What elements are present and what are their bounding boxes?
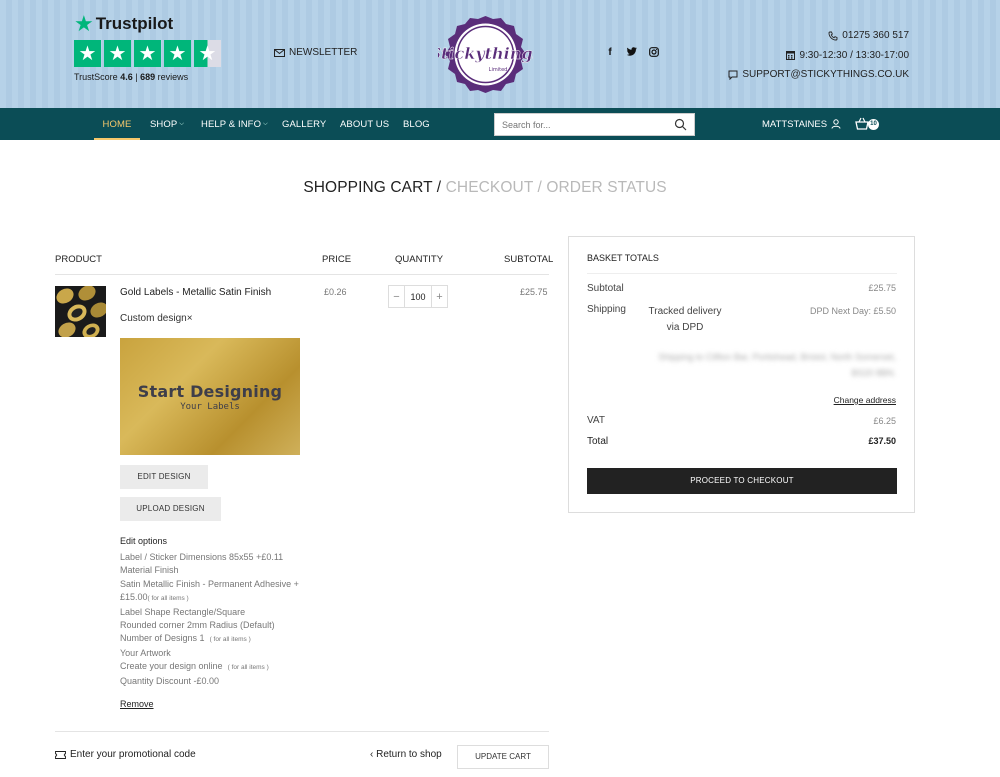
- product-options: Label / Sticker Dimensions 85x55 +£0.11 …: [120, 552, 299, 686]
- col-product: PRODUCT: [55, 254, 102, 265]
- nav-about-us[interactable]: ABOUT US: [340, 108, 389, 140]
- shipping-address: Shipping to Clifton Bar, Portishead, Bri…: [658, 352, 896, 378]
- design-preview[interactable]: Start Designing Your Labels: [120, 338, 300, 455]
- shipping-method: Tracked delivery via DPD: [648, 306, 722, 333]
- step-shopping-cart: SHOPPING CART /: [303, 179, 442, 196]
- change-address-link[interactable]: Change address: [834, 395, 896, 405]
- cart-count-badge[interactable]: 10: [868, 119, 879, 130]
- hours-line: 9:30-12:30 / 13:30-17:00: [728, 46, 909, 66]
- logo-sub: Limited: [489, 67, 508, 73]
- trustpilot-brand: Trustpilot: [95, 14, 174, 33]
- header-divider: [55, 274, 549, 275]
- account-link[interactable]: MATTSTAINES: [762, 108, 841, 140]
- checkout-steps: SHOPPING CART / CHECKOUT / ORDER STATUS: [0, 179, 970, 197]
- logo-text: Stickythings: [438, 44, 533, 63]
- shipping-label: Shipping: [587, 304, 626, 315]
- chevron-down-icon: ⌵: [263, 121, 268, 127]
- instagram-icon[interactable]: [649, 47, 659, 60]
- envelope-icon: [274, 48, 285, 57]
- social-links: f: [605, 47, 659, 60]
- totals-title: BASKET TOTALS: [587, 253, 659, 263]
- nav-blog[interactable]: BLOG: [403, 108, 430, 140]
- minus-icon[interactable]: −: [389, 291, 404, 303]
- vat-value: £6.25: [873, 416, 896, 426]
- subtotal-label: Subtotal: [587, 283, 624, 294]
- line-subtotal: £25.75: [520, 287, 548, 297]
- update-cart-button[interactable]: UPDATE CART: [457, 745, 549, 769]
- col-quantity: QUANTITY: [395, 254, 444, 265]
- star-icon: ★: [74, 40, 101, 67]
- product-name[interactable]: Gold Labels - Metallic Satin Finish: [120, 287, 271, 298]
- footer-divider: [55, 731, 549, 732]
- trustpilot-widget[interactable]: ★ Trustpilot ★ ★ ★ ★ ★ TrustScore 4.6 | …: [74, 12, 224, 82]
- phone-icon: [828, 31, 838, 41]
- return-to-shop-link[interactable]: ‹ Return to shop: [370, 749, 442, 760]
- trustpilot-stars: ★ ★ ★ ★ ★: [74, 40, 224, 67]
- newsletter-link[interactable]: NEWSLETTER: [274, 47, 357, 58]
- edit-options-link[interactable]: Edit options: [120, 536, 167, 546]
- col-subtotal: SUBTOTAL: [504, 254, 554, 265]
- trustpilot-logo: ★ Trustpilot: [74, 12, 224, 36]
- total-value: £37.50: [868, 436, 896, 446]
- step-checkout[interactable]: CHECKOUT /: [446, 179, 542, 196]
- basket-totals: BASKET TOTALS Subtotal £25.75 Shipping T…: [568, 236, 915, 513]
- product-thumbnail[interactable]: [55, 286, 106, 337]
- totals-divider: [587, 273, 897, 274]
- product-price: £0.26: [324, 287, 347, 297]
- contact-info: 01275 360 517 9:30-12:30 / 13:30-17:00 S…: [728, 26, 909, 85]
- search-input[interactable]: [495, 114, 665, 135]
- custom-design-label[interactable]: Custom design×: [120, 313, 193, 324]
- promo-code-toggle[interactable]: Enter your promotional code: [55, 749, 196, 760]
- plus-icon[interactable]: +: [432, 291, 447, 303]
- total-label: Total: [587, 436, 609, 447]
- nav-shop[interactable]: SHOP ⌵: [150, 108, 184, 140]
- email-line[interactable]: SUPPORT@STICKYTHINGS.CO.UK: [728, 65, 909, 85]
- half-star-icon: ★: [194, 40, 221, 67]
- header-bar: ★ Trustpilot ★ ★ ★ ★ ★ TrustScore 4.6 | …: [0, 0, 1000, 108]
- upload-design-button[interactable]: UPLOAD DESIGN: [120, 497, 221, 521]
- edit-design-button[interactable]: EDIT DESIGN: [120, 465, 208, 489]
- nav-gallery[interactable]: GALLERY: [282, 108, 326, 140]
- ticket-icon: [55, 750, 66, 759]
- stickythings-logo[interactable]: Stickythings Limited: [438, 15, 533, 94]
- nav-home[interactable]: HOME: [94, 108, 140, 140]
- twitter-icon[interactable]: [626, 47, 637, 60]
- star-icon: ★: [104, 40, 131, 67]
- user-icon: [831, 119, 841, 129]
- calendar-icon: [786, 51, 796, 61]
- phone-line[interactable]: 01275 360 517: [728, 26, 909, 46]
- chat-icon: [728, 70, 738, 80]
- quantity-input[interactable]: [404, 286, 432, 307]
- star-icon: ★: [164, 40, 191, 67]
- proceed-to-checkout-button[interactable]: PROCEED TO CHECKOUT: [587, 468, 897, 494]
- search-icon[interactable]: [674, 118, 687, 131]
- trustscore: TrustScore 4.6 | 689 reviews: [74, 72, 189, 82]
- nav-help-info[interactable]: HELP & INFO ⌵: [201, 108, 268, 140]
- chevron-down-icon: ⌵: [179, 121, 184, 127]
- design-subtitle: Your Labels: [180, 401, 240, 412]
- search-box: [494, 113, 695, 136]
- trustpilot-star-icon: ★: [74, 11, 94, 36]
- shipping-value: DPD Next Day: £5.50: [809, 306, 896, 316]
- step-order-status[interactable]: ORDER STATUS: [546, 179, 666, 196]
- facebook-icon[interactable]: f: [605, 47, 615, 60]
- design-title: Start Designing: [137, 381, 283, 401]
- subtotal-value: £25.75: [868, 283, 896, 293]
- remove-link[interactable]: Remove: [120, 699, 154, 709]
- quantity-stepper: − +: [388, 285, 448, 308]
- star-icon: ★: [134, 40, 161, 67]
- vat-label: VAT: [587, 415, 605, 426]
- col-price: PRICE: [322, 254, 352, 265]
